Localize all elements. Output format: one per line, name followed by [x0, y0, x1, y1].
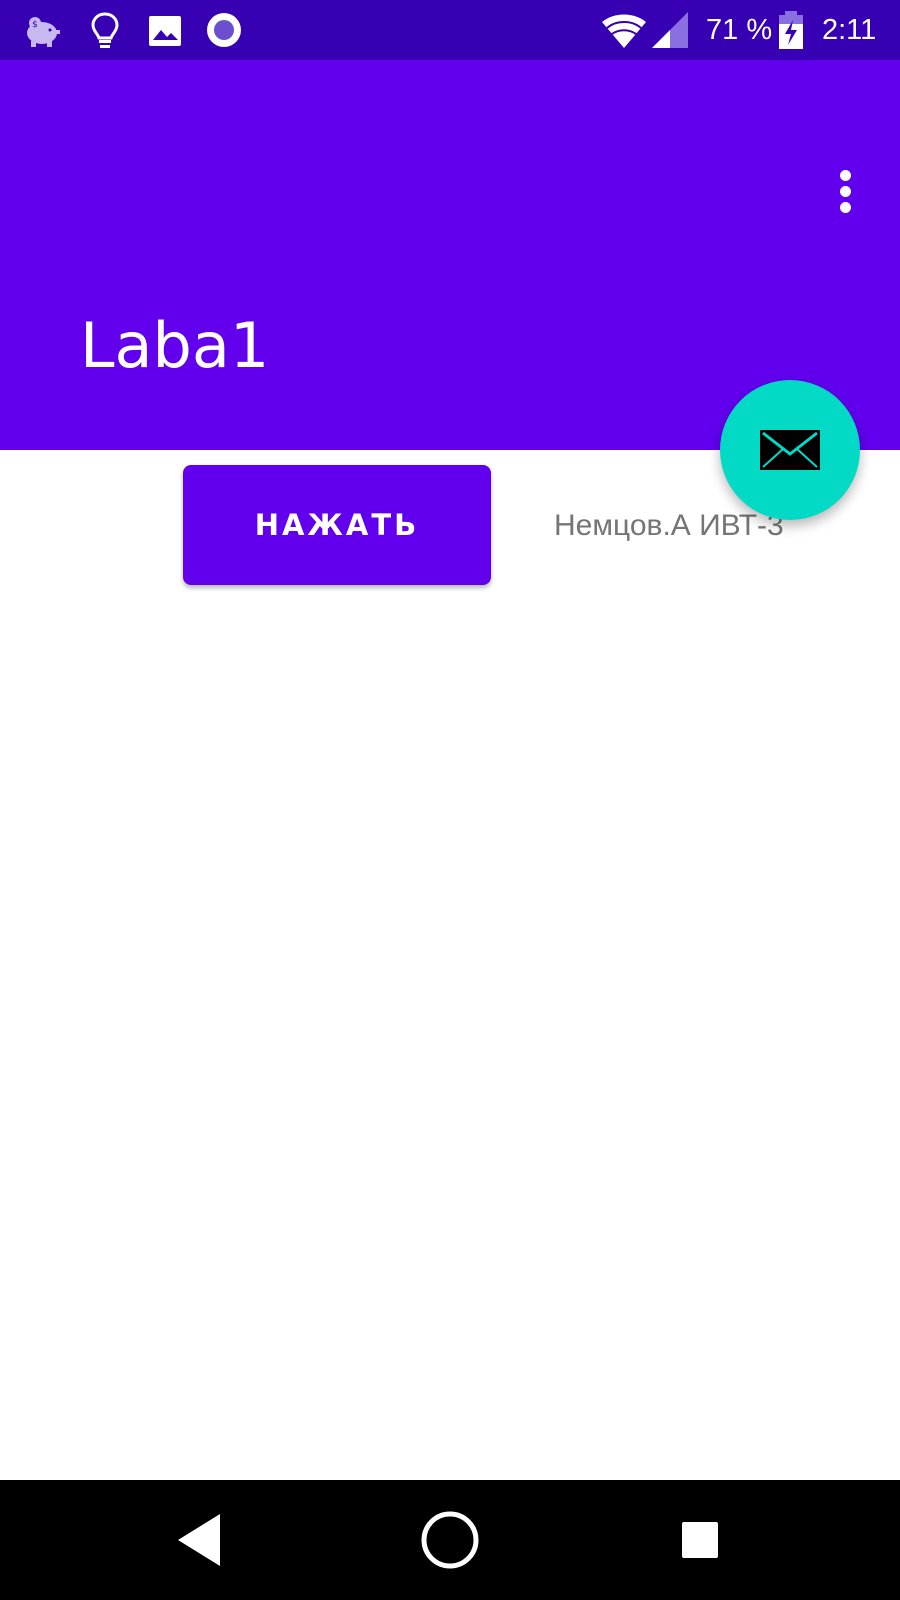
clock: 2:11 — [822, 14, 877, 46]
record-icon — [207, 13, 241, 47]
battery-charging-icon — [779, 11, 803, 49]
app-title: Laba1 — [80, 309, 270, 382]
lightbulb-icon — [91, 12, 119, 48]
student-label: Немцов.А ИВТ-3 — [554, 509, 784, 542]
signal-icon — [652, 12, 688, 48]
svg-text:$: $ — [32, 20, 38, 30]
battery-percent: 71 % — [706, 14, 773, 46]
image-icon — [149, 16, 181, 46]
home-icon[interactable] — [410, 1500, 490, 1580]
navigation-bar — [0, 1480, 900, 1600]
wifi-icon — [602, 14, 646, 48]
app-screen: $ 71 % 2:11 Laba1 НАЖАТЬ Немцов.А ИВТ-3 — [0, 0, 900, 1600]
press-button[interactable]: НАЖАТЬ — [183, 465, 491, 585]
status-bar: $ 71 % 2:11 — [0, 0, 900, 60]
more-vert-icon[interactable] — [818, 160, 872, 222]
recents-icon[interactable] — [660, 1500, 740, 1580]
piggy-bank-icon: $ — [27, 17, 60, 47]
email-fab-button[interactable] — [720, 380, 860, 520]
email-icon — [760, 430, 820, 470]
back-icon[interactable] — [160, 1500, 240, 1580]
